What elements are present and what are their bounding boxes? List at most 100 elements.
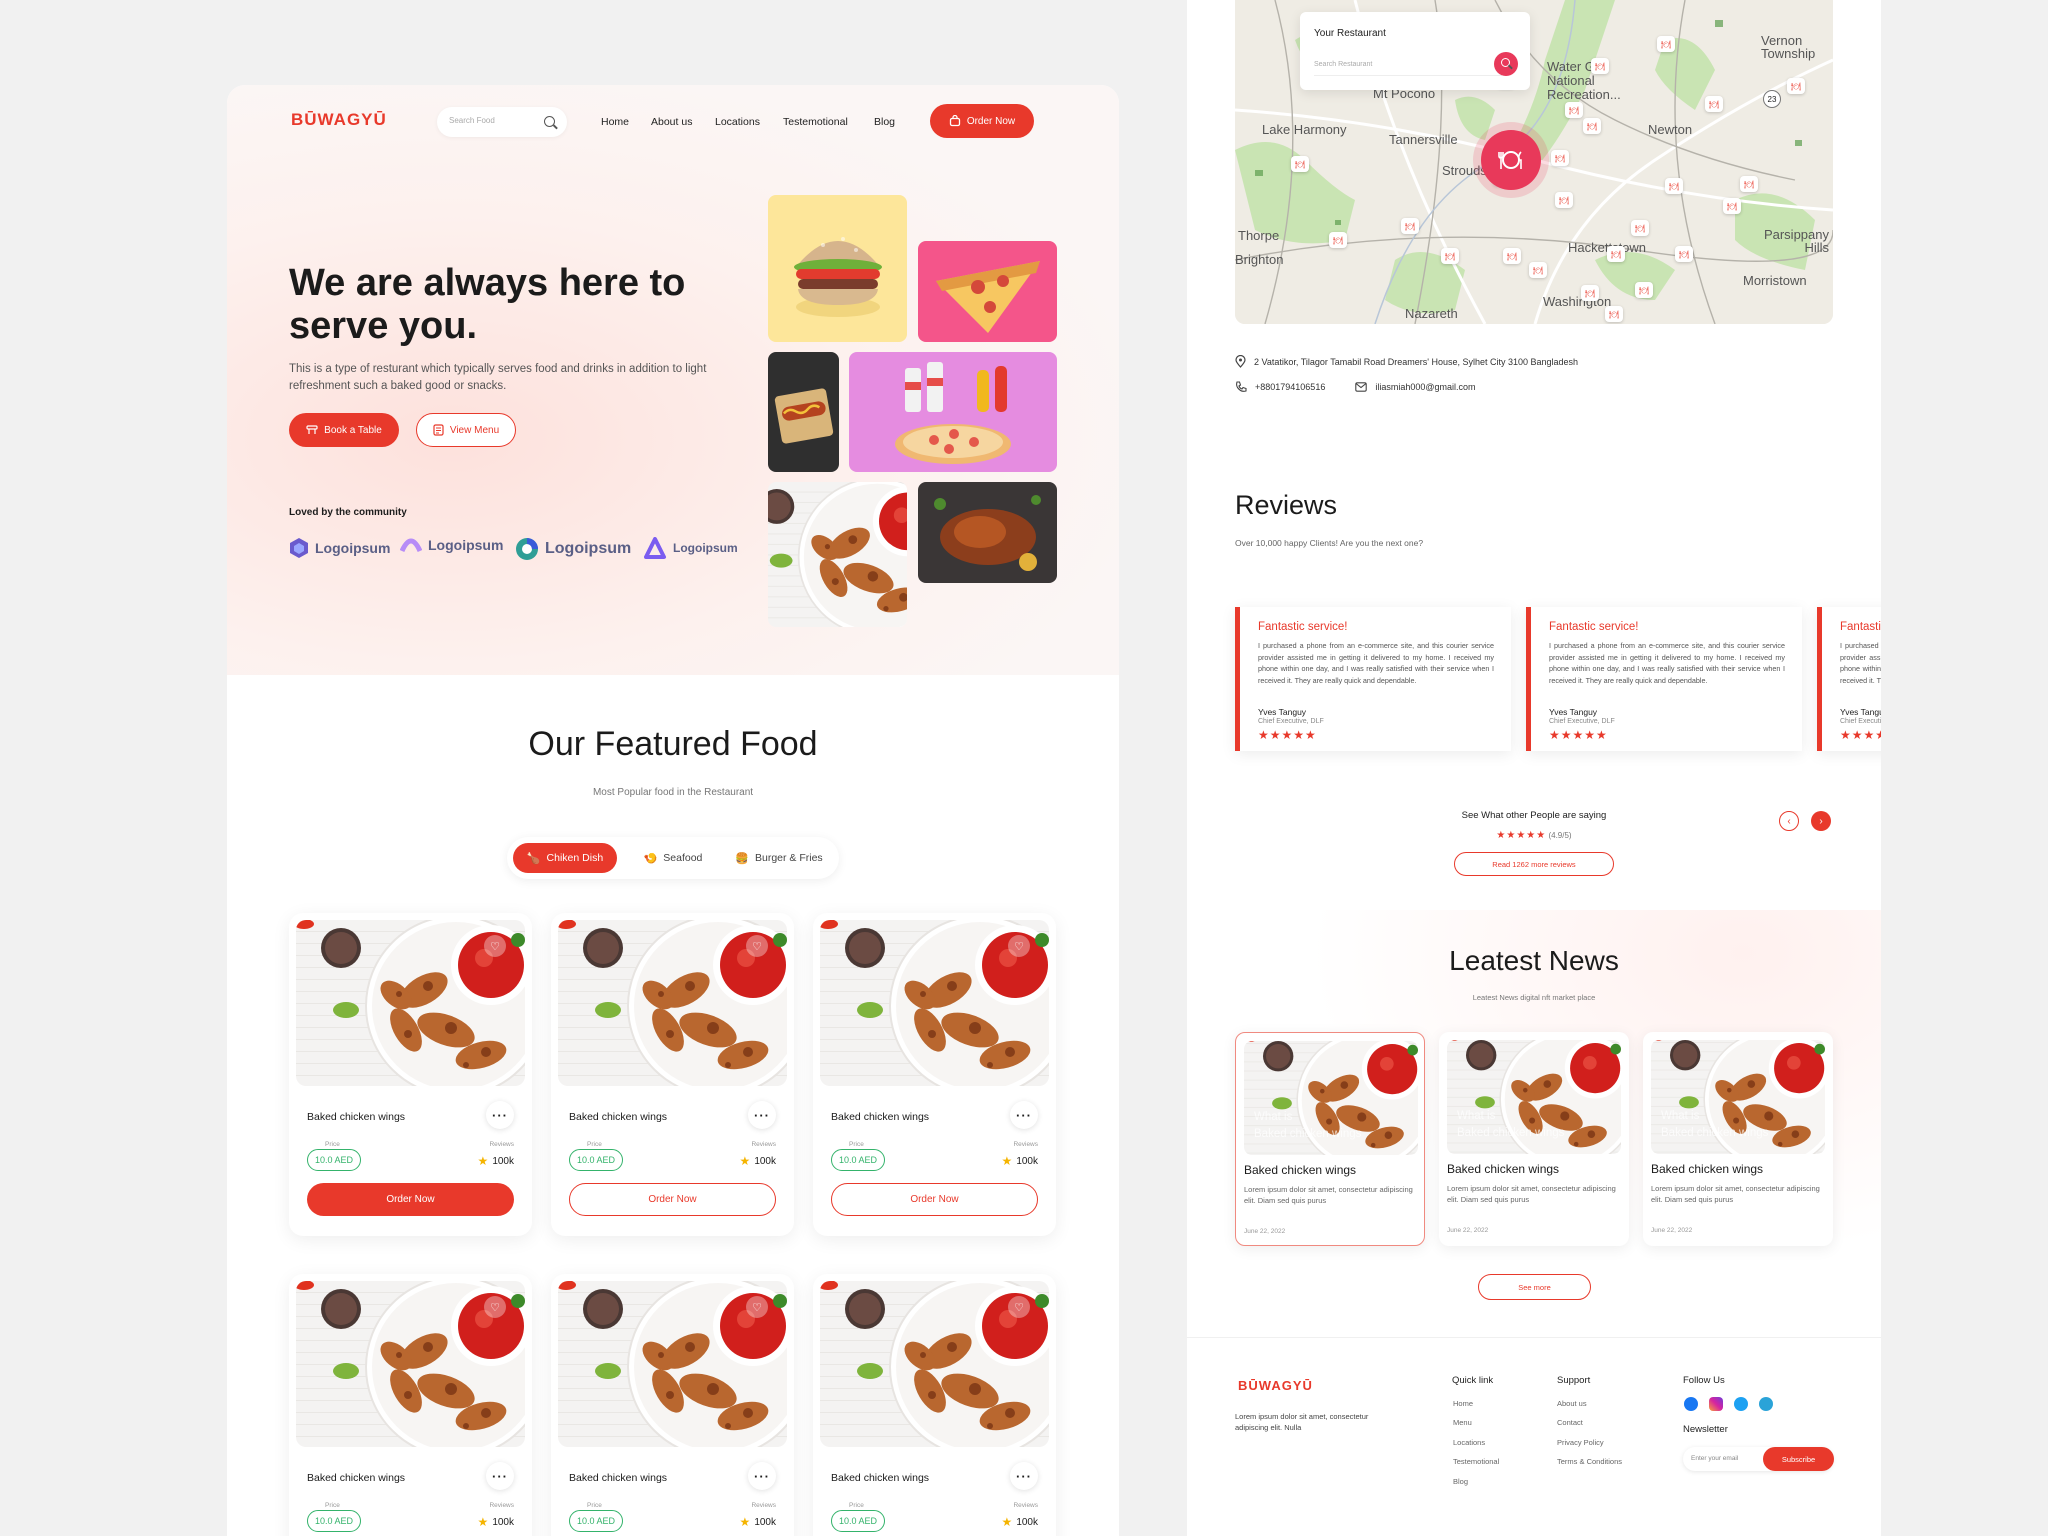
restaurant-pin-icon[interactable]: 🍽 xyxy=(1723,198,1741,214)
landing-page-panel: BŪWAGYŪ Search Food Home About us Locati… xyxy=(227,85,1119,1536)
favorite-heart-icon[interactable]: ♡ xyxy=(1008,935,1030,957)
reviews-label: Reviews xyxy=(751,1502,776,1509)
restaurant-pin-icon[interactable]: 🍽 xyxy=(1555,192,1573,208)
more-options-button[interactable]: ··· xyxy=(748,1101,776,1129)
restaurant-pin-icon[interactable]: 🍽 xyxy=(1529,262,1547,278)
order-now-button[interactable]: Order Now xyxy=(831,1183,1038,1216)
restaurant-pin-icon[interactable]: 🍽 xyxy=(1565,102,1583,118)
phone-text[interactable]: +8801794106516 xyxy=(1255,382,1325,392)
restaurant-search-input[interactable]: Search Restaurant xyxy=(1314,52,1502,76)
nav-link-locations[interactable]: Locations xyxy=(715,116,760,128)
favorite-heart-icon[interactable]: ♡ xyxy=(484,935,506,957)
rating-stars: ★★★★★ xyxy=(1496,830,1547,841)
telegram-icon[interactable] xyxy=(1759,1397,1773,1411)
tab-burger-fries[interactable]: 🍔 Burger & Fries xyxy=(725,843,833,873)
order-now-button[interactable]: Order Now xyxy=(569,1183,776,1216)
facebook-icon[interactable] xyxy=(1684,1397,1698,1411)
twitter-icon[interactable] xyxy=(1734,1397,1748,1411)
restaurant-pin-icon[interactable]: 🍽 xyxy=(1740,176,1758,192)
carousel-next-button[interactable]: › xyxy=(1811,811,1831,831)
news-card[interactable]: What is Baked chicken wings Baked chicken … xyxy=(1235,1032,1425,1246)
carousel-prev-button[interactable]: ‹ xyxy=(1779,811,1799,831)
reviews-title: Reviews xyxy=(1235,490,1338,520)
your-restaurant-card: Your Restaurant Search Restaurant xyxy=(1300,12,1530,90)
instagram-icon[interactable] xyxy=(1709,1397,1723,1411)
restaurant-pin-icon[interactable]: 🍽 xyxy=(1441,248,1459,264)
tab-seafood[interactable]: 🍤 Seafood xyxy=(625,843,721,873)
more-options-button[interactable]: ··· xyxy=(1010,1101,1038,1129)
restaurant-pin-icon[interactable]: 🍽 xyxy=(1635,282,1653,298)
footer-link-contact[interactable]: Contact xyxy=(1557,1418,1583,1427)
food-card[interactable]: ♡ Baked chicken wings ··· Price 10.0 AED Revi… xyxy=(551,913,794,1236)
footer-link-blog[interactable]: Blog xyxy=(1453,1477,1468,1486)
nav-link-about[interactable]: About us xyxy=(651,116,692,128)
read-more-reviews-button[interactable]: Read 1262 more reviews xyxy=(1454,852,1614,876)
news-description: Lorem ipsum dolor sit amet, consectetur … xyxy=(1651,1184,1820,1204)
food-card[interactable]: ♡ Baked chicken wings ··· Price 10.0 AED Revi… xyxy=(551,1274,794,1536)
restaurant-pin-icon[interactable]: 🍽 xyxy=(1591,58,1609,74)
restaurant-search-button[interactable] xyxy=(1494,52,1518,76)
footer-link-menu[interactable]: Menu xyxy=(1453,1418,1472,1427)
pizza-slice-image xyxy=(918,241,1057,342)
partner-logo-4: Logoipsum xyxy=(643,537,738,559)
restaurant-pin-icon[interactable]: 🍽 xyxy=(1503,248,1521,264)
restaurant-pin-icon[interactable]: 🍽 xyxy=(1631,220,1649,236)
subscribe-button[interactable]: Subscribe xyxy=(1763,1447,1834,1471)
restaurant-pin-icon[interactable]: 🍽 xyxy=(1675,246,1693,262)
restaurant-pin-icon[interactable]: 🍽 xyxy=(1401,218,1419,234)
book-table-button[interactable]: Book a Table xyxy=(289,413,399,447)
restaurant-pin-icon[interactable]: 🍽 xyxy=(1705,96,1723,112)
star-icon: ★ xyxy=(1001,1154,1013,1168)
food-card[interactable]: ♡ Baked chicken wings ··· Price 10.0 AED Revi… xyxy=(289,1274,532,1536)
footer-link-terms[interactable]: Terms & Conditions xyxy=(1557,1457,1622,1466)
nav-link-blog[interactable]: Blog xyxy=(874,116,895,128)
main-restaurant-marker[interactable] xyxy=(1481,130,1541,190)
footer-link-home[interactable]: Home xyxy=(1453,1399,1473,1408)
search-icon[interactable] xyxy=(544,116,555,127)
more-options-button[interactable]: ··· xyxy=(1010,1462,1038,1490)
view-menu-button[interactable]: View Menu xyxy=(416,413,516,447)
more-options-button[interactable]: ··· xyxy=(486,1462,514,1490)
see-more-button[interactable]: See more xyxy=(1478,1274,1591,1300)
footer-logo[interactable]: BŪWAGYŪ xyxy=(1238,1378,1313,1393)
restaurant-map[interactable]: Vernon Township Mt Pocono Lake Harmony T… xyxy=(1235,0,1833,324)
plate-cutlery-icon xyxy=(1498,151,1522,169)
email-text[interactable]: iliasmiah000@gmail.com xyxy=(1375,382,1475,392)
restaurant-pin-icon[interactable]: 🍽 xyxy=(1787,78,1805,94)
order-now-button[interactable]: Order Now xyxy=(930,104,1034,138)
news-card[interactable]: What is Baked chicken wings Baked chicken … xyxy=(1643,1032,1833,1246)
nav-link-home[interactable]: Home xyxy=(601,116,629,128)
tab-chicken-dish[interactable]: 🍗 Chiken Dish xyxy=(513,843,617,873)
favorite-heart-icon[interactable]: ♡ xyxy=(746,1296,768,1318)
food-card[interactable]: ♡ Baked chicken wings ··· Price 10.0 AED Revi… xyxy=(289,913,532,1236)
favorite-heart-icon[interactable]: ♡ xyxy=(1008,1296,1030,1318)
footer-link-privacy[interactable]: Privacy Policy xyxy=(1557,1438,1604,1447)
footer-link-about[interactable]: About us xyxy=(1557,1399,1587,1408)
restaurant-pin-icon[interactable]: 🍽 xyxy=(1607,246,1625,262)
review-title: Fantastic service! xyxy=(1840,621,1881,633)
footer-link-locations[interactable]: Locations xyxy=(1453,1438,1485,1447)
restaurant-pin-icon[interactable]: 🍽 xyxy=(1551,150,1569,166)
restaurant-pin-icon[interactable]: 🍽 xyxy=(1329,232,1347,248)
reviews-label: Reviews xyxy=(489,1141,514,1148)
restaurant-pin-icon[interactable]: 🍽 xyxy=(1665,178,1683,194)
nav-link-testimonial[interactable]: Testemotional xyxy=(783,116,848,128)
favorite-heart-icon[interactable]: ♡ xyxy=(746,935,768,957)
more-options-button[interactable]: ··· xyxy=(748,1462,776,1490)
restaurant-pin-icon[interactable]: 🍽 xyxy=(1583,118,1601,134)
restaurant-pin-icon[interactable]: 🍽 xyxy=(1605,306,1623,322)
restaurant-pin-icon[interactable]: 🍽 xyxy=(1581,285,1599,301)
review-title: Fantastic service! xyxy=(1549,621,1639,633)
restaurant-pin-icon[interactable]: 🍽 xyxy=(1657,36,1675,52)
food-card[interactable]: ♡ Baked chicken wings ··· Price 10.0 AED Revi… xyxy=(813,1274,1056,1536)
favorite-heart-icon[interactable]: ♡ xyxy=(484,1296,506,1318)
news-card[interactable]: What is Baked chicken wings Baked chicken … xyxy=(1439,1032,1629,1246)
map-label-vernon: Vernon Township xyxy=(1761,33,1816,61)
search-input[interactable]: Search Food xyxy=(437,107,567,137)
restaurant-pin-icon[interactable]: 🍽 xyxy=(1291,156,1309,172)
food-card[interactable]: ♡ Baked chicken wings ··· Price 10.0 AED Revi… xyxy=(813,913,1056,1236)
footer-link-testimonial[interactable]: Testemotional xyxy=(1453,1457,1499,1466)
more-options-button[interactable]: ··· xyxy=(486,1101,514,1129)
order-now-button[interactable]: Order Now xyxy=(307,1183,514,1216)
brand-logo[interactable]: BŪWAGYŪ xyxy=(291,110,387,130)
